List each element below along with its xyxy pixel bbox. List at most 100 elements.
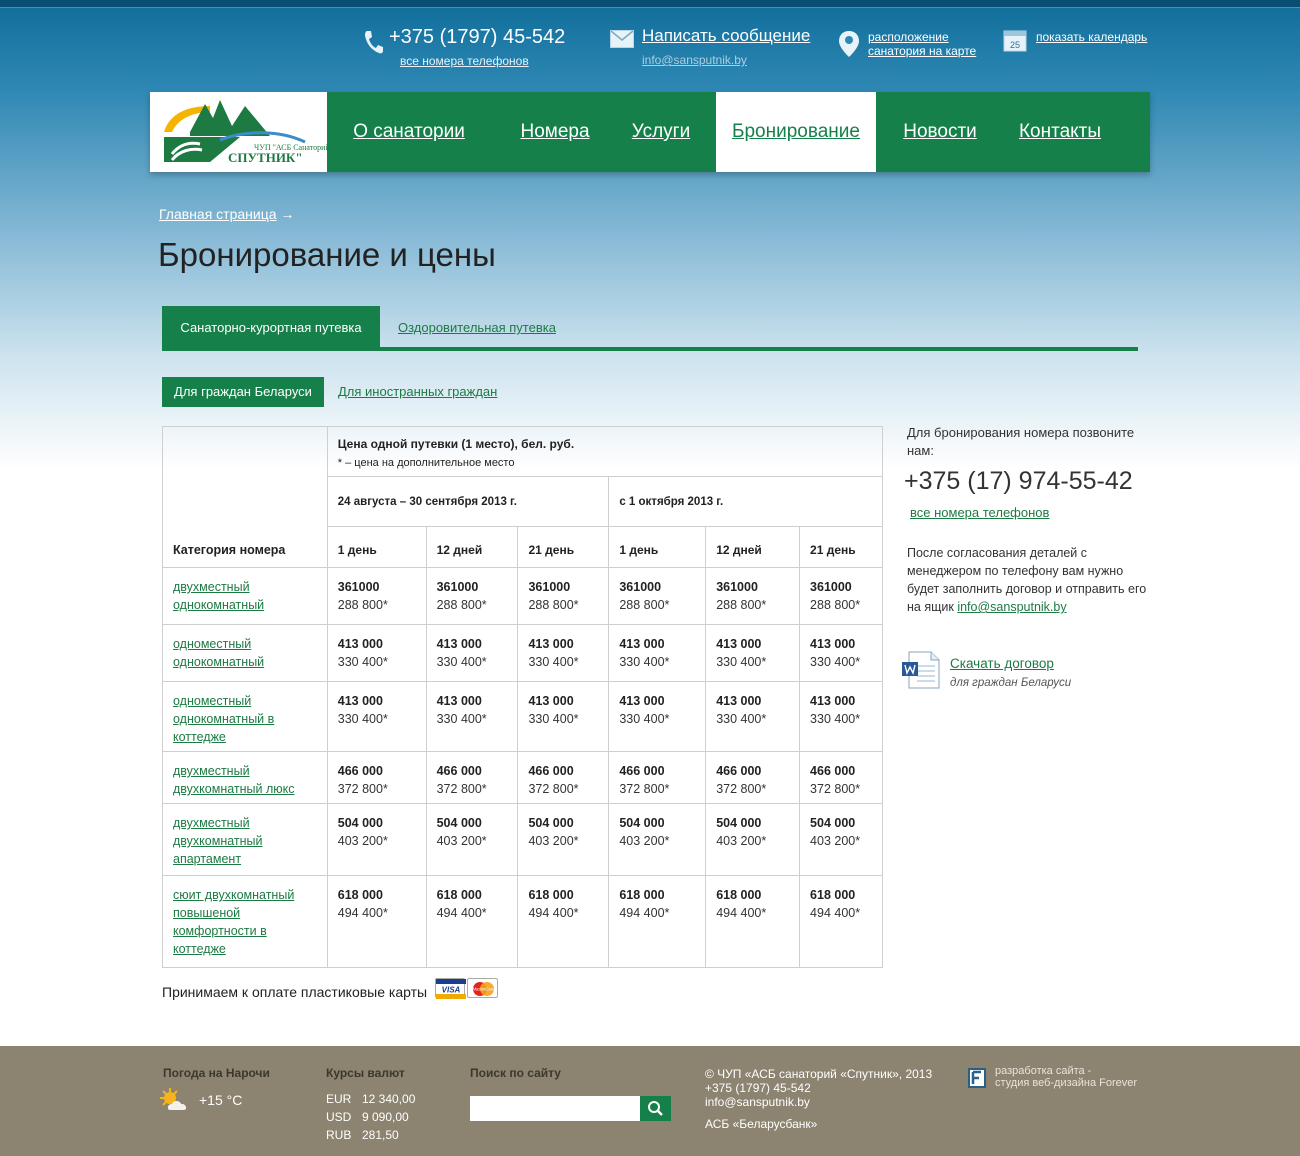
page-title: Бронирование и цены (158, 236, 496, 273)
extra-price-value: 330 400* (716, 712, 767, 726)
extra-price-value: 494 400* (716, 906, 767, 920)
room-category-link[interactable]: двухместный однокомнатный (173, 580, 264, 612)
price-value: 413 000 (619, 637, 665, 651)
price-cell: 466 000 372 800* (799, 751, 883, 804)
price-value: 504 000 (337, 816, 383, 830)
map-pin-icon (839, 31, 859, 57)
currency-rate-row: USD 9 090,00 (326, 1110, 409, 1124)
currency-value: 9 090,00 (362, 1110, 409, 1124)
room-category-link[interactable]: одноместный однокомнатный (173, 637, 264, 669)
forever-studio-icon (968, 1068, 986, 1088)
price-cell: 413 000 330 400* (425, 624, 519, 682)
room-category-link[interactable]: одноместный однокомнатный в коттедже (173, 694, 274, 744)
extra-price-value: 330 400* (619, 712, 670, 726)
price-value: 361000 (810, 580, 852, 594)
price-value: 618 000 (436, 888, 482, 902)
room-category-link[interactable]: двухместный двухкомнатный люкс (173, 764, 295, 796)
subtab-belarus-citizens[interactable]: Для граждан Беларуси (162, 377, 324, 407)
tab-health-voucher[interactable]: Оздоровительная путевка (398, 320, 556, 335)
sidebar-all-phones-link[interactable]: все номера телефонов (910, 505, 1049, 520)
currency-rate-row: RUB 281,50 (326, 1128, 399, 1142)
price-cell: 361000 288 800* (517, 567, 610, 625)
price-cell: 618 000 494 400* (608, 875, 707, 968)
price-value: 504 000 (716, 816, 762, 830)
price-value: 413 000 (528, 694, 574, 708)
extra-price-value: 288 800* (436, 598, 487, 612)
room-category-link[interactable]: сюит двухкомнатный повышеной комфортност… (173, 888, 294, 956)
write-message-link[interactable]: Написать сообщение (642, 26, 810, 46)
cards-accepted-text: Принимаем к оплате пластиковые карты (162, 984, 428, 1000)
price-value: 361000 (436, 580, 479, 594)
search-icon (648, 1101, 663, 1116)
extra-price-value: 403 200* (619, 834, 670, 848)
nav-item-about[interactable]: О санатории (350, 92, 468, 172)
developer-line2: студия веб-дизайна Forever (995, 1077, 1138, 1089)
logo-image: ЧУП "АСБ Санаторий СПУТНИК" (164, 100, 330, 165)
booking-note: После согласования деталей с менеджером … (907, 544, 1147, 616)
nav-item-contacts[interactable]: Контакты (1006, 92, 1114, 172)
price-value: 466 000 (810, 764, 856, 778)
nav-item-services[interactable]: Услуги (616, 92, 706, 172)
download-contract-link[interactable]: Скачать договор (950, 656, 1054, 671)
price-cell: 361000 288 800* (705, 567, 801, 625)
price-cell: 504 000 403 200* (608, 803, 707, 876)
extra-price-value: 330 400* (436, 712, 487, 726)
currency-value: 12 340,00 (362, 1092, 416, 1106)
price-value: 361000 (619, 580, 662, 594)
site-logo[interactable]: ЧУП "АСБ Санаторий СПУТНИК" (150, 92, 330, 172)
map-location-link[interactable]: расположение санатория на карте (868, 30, 988, 58)
booking-email-link[interactable]: info@sansputnik.by (957, 600, 1066, 614)
price-value: 413 000 (810, 637, 856, 651)
visa-card-icon: VISA (435, 978, 466, 999)
price-value: 618 000 (619, 888, 665, 902)
search-button[interactable] (640, 1096, 671, 1121)
price-cell: 504 000 403 200* (705, 803, 801, 876)
nav-item-rooms[interactable]: Номера (505, 92, 605, 172)
duration-header: 1 день (326, 526, 427, 568)
extra-price-value: 288 800* (619, 598, 670, 612)
extra-price-value: 330 400* (337, 655, 388, 669)
extra-price-value: 372 800* (619, 782, 670, 796)
extra-price-value: 330 400* (337, 712, 388, 726)
price-cell: 413 000 330 400* (705, 681, 801, 752)
extra-price-value: 403 200* (810, 834, 861, 848)
period-header: с 1 октября 2013 г. (608, 476, 883, 527)
price-cell: 618 000 494 400* (799, 875, 883, 968)
price-cell: 413 000 330 400* (799, 681, 883, 752)
calendar-day: 25 (1010, 40, 1020, 50)
currency-rate-row: EUR 12 340,00 (326, 1092, 415, 1106)
extra-price-value: 330 400* (528, 712, 579, 726)
price-value: 466 000 (528, 764, 574, 778)
nav-item-news[interactable]: Новости (888, 92, 992, 172)
extra-price-value: 494 400* (810, 906, 861, 920)
nav-item-booking[interactable]: Бронирование (716, 92, 876, 172)
developer-link[interactable]: разработка сайта - студия веб-дизайна For… (995, 1065, 1137, 1089)
header-email-link[interactable]: info@sansputnik.by (642, 53, 747, 67)
header-all-phones-link[interactable]: все номера телефонов (400, 54, 529, 68)
category-header: Категория номера (162, 426, 328, 568)
room-category-link[interactable]: двухместный двухкомнатный апартамент (173, 816, 263, 866)
price-value: 618 000 (528, 888, 574, 902)
show-calendar-link[interactable]: показать календарь (1036, 30, 1147, 44)
price-cell: 413 000 330 400* (425, 681, 519, 752)
visa-label: VISA (442, 986, 461, 995)
breadcrumb-home-link[interactable]: Главная страница (159, 206, 277, 222)
price-cell: 413 000 330 400* (326, 681, 427, 752)
developer-line1: разработка сайта - (995, 1065, 1092, 1077)
price-cell: 466 000 372 800* (608, 751, 707, 804)
extra-price-value: 330 400* (619, 655, 670, 669)
subtab-foreign-citizens[interactable]: Для иностранных граждан (338, 384, 497, 399)
price-cell: 466 000 372 800* (425, 751, 519, 804)
search-input[interactable] (470, 1096, 640, 1121)
envelope-icon (610, 30, 634, 48)
mastercard-icon: MasterCard (467, 978, 498, 998)
word-document-icon (902, 651, 940, 689)
mastercard-label: MasterCard (473, 987, 496, 992)
extra-price-value: 330 400* (810, 712, 861, 726)
price-cell: 413 000 330 400* (799, 624, 883, 682)
price-header-title: Цена одной путевки (1 место), бел. руб. (337, 437, 575, 451)
price-cell: 466 000 372 800* (705, 751, 801, 804)
price-value: 618 000 (337, 888, 383, 902)
price-value: 504 000 (528, 816, 574, 830)
tab-sanatorium-voucher[interactable]: Санаторно-курортная путевка (162, 306, 380, 349)
